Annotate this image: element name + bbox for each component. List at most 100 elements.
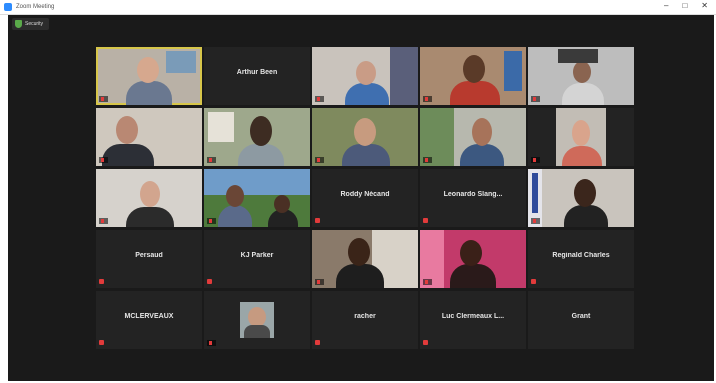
meeting-top-bar: Security bbox=[8, 15, 714, 33]
participant-video bbox=[342, 144, 390, 166]
window-title: Zoom Meeting bbox=[16, 4, 55, 10]
participant-face bbox=[226, 185, 244, 207]
muted-mic-icon bbox=[533, 218, 536, 223]
minimize-icon[interactable]: – bbox=[664, 1, 668, 10]
muted-mic-icon bbox=[423, 340, 428, 345]
security-button[interactable]: Security bbox=[12, 18, 50, 30]
close-icon[interactable]: ✕ bbox=[701, 1, 708, 10]
participant-name-label bbox=[531, 96, 540, 102]
participant-name-label bbox=[423, 157, 432, 163]
participant-name-label bbox=[531, 218, 540, 224]
room-background bbox=[208, 112, 234, 142]
participant-tile[interactable]: Grant bbox=[528, 291, 634, 349]
participant-tile[interactable] bbox=[96, 108, 202, 166]
participant-name-label bbox=[207, 218, 216, 224]
participant-tile[interactable] bbox=[204, 291, 310, 349]
zoom-app-icon bbox=[4, 3, 12, 11]
participant-tile[interactable]: Roddy Nécand bbox=[312, 169, 418, 227]
participant-video bbox=[450, 264, 496, 288]
participant-tile[interactable] bbox=[528, 47, 634, 105]
participant-name: racher bbox=[354, 313, 376, 320]
participant-tile[interactable]: Arthur Been bbox=[204, 47, 310, 105]
maximize-icon[interactable]: □ bbox=[682, 1, 687, 10]
participant-tile[interactable]: Leonardo Slang... bbox=[420, 169, 526, 227]
participant-face bbox=[248, 307, 266, 327]
participant-face bbox=[354, 118, 376, 146]
participant-name: Persaud bbox=[135, 252, 163, 259]
muted-mic-icon bbox=[317, 96, 320, 101]
participant-tile[interactable]: MCLERVEAUX bbox=[96, 291, 202, 349]
muted-mic-icon bbox=[425, 96, 428, 101]
participant-video bbox=[562, 83, 604, 105]
participant-body bbox=[244, 325, 270, 338]
muted-mic-icon bbox=[425, 157, 428, 162]
participant-video bbox=[126, 207, 174, 227]
flag-background bbox=[504, 51, 522, 91]
muted-mic-icon bbox=[423, 218, 428, 223]
participant-tile[interactable] bbox=[312, 230, 418, 288]
muted-mic-icon bbox=[209, 157, 212, 162]
participant-video bbox=[564, 205, 608, 227]
participant-video bbox=[102, 144, 154, 166]
participant-name-label bbox=[315, 279, 324, 285]
participant-name-label bbox=[99, 96, 108, 102]
participant-tile[interactable]: Reginald Charles bbox=[528, 230, 634, 288]
muted-mic-icon bbox=[207, 279, 212, 284]
participant-video bbox=[336, 264, 384, 288]
participant-tile[interactable] bbox=[420, 230, 526, 288]
participant-face bbox=[472, 118, 492, 146]
participant-tile[interactable]: racher bbox=[312, 291, 418, 349]
participant-tile[interactable]: Persaud bbox=[96, 230, 202, 288]
participant-face bbox=[250, 116, 272, 146]
participant-tile[interactable] bbox=[420, 47, 526, 105]
muted-mic-icon bbox=[531, 279, 536, 284]
title-bar: Zoom Meeting – □ ✕ bbox=[0, 0, 716, 15]
shield-icon bbox=[15, 20, 22, 28]
participant-tile[interactable] bbox=[204, 169, 310, 227]
participant-name: Leonardo Slang... bbox=[443, 191, 503, 198]
muted-mic-icon bbox=[317, 157, 320, 162]
participant-name-label bbox=[207, 340, 216, 346]
participant-face bbox=[460, 240, 482, 266]
participant-name: KJ Parker bbox=[240, 252, 274, 259]
security-label: Security bbox=[25, 21, 44, 27]
participant-face bbox=[574, 179, 596, 207]
muted-mic-icon bbox=[315, 218, 320, 223]
zoom-window: Zoom Meeting – □ ✕ Security Arthur Been bbox=[0, 0, 716, 383]
participant-face bbox=[356, 61, 376, 85]
participant-video bbox=[238, 144, 284, 166]
participant-tile[interactable] bbox=[96, 47, 202, 105]
door-background bbox=[390, 47, 418, 105]
participant-face bbox=[137, 57, 159, 83]
participant-tile[interactable] bbox=[528, 108, 634, 166]
participant-face bbox=[572, 120, 590, 146]
participant-name-label bbox=[423, 96, 432, 102]
muted-mic-icon bbox=[101, 218, 104, 223]
muted-mic-icon bbox=[533, 157, 536, 162]
participant-video bbox=[460, 144, 504, 166]
muted-mic-icon bbox=[209, 340, 212, 345]
flag-stripe bbox=[532, 173, 538, 213]
participant-name: Arthur Been bbox=[236, 69, 278, 76]
participant-tile[interactable]: Luc Clermeaux L... bbox=[420, 291, 526, 349]
participant-tile[interactable] bbox=[312, 108, 418, 166]
participant-tile[interactable] bbox=[420, 108, 526, 166]
participant-face bbox=[463, 55, 485, 83]
muted-mic-icon bbox=[99, 279, 104, 284]
participant-name: Roddy Nécand bbox=[340, 191, 390, 198]
participant-face bbox=[116, 116, 138, 144]
participant-tile[interactable] bbox=[204, 108, 310, 166]
participant-name-label bbox=[99, 218, 108, 224]
muted-mic-icon bbox=[315, 340, 320, 345]
participant-video bbox=[450, 81, 500, 105]
window-controls: – □ ✕ bbox=[664, 1, 708, 10]
participant-video bbox=[126, 81, 172, 105]
participant-name-label bbox=[99, 157, 108, 163]
muted-mic-icon bbox=[101, 96, 104, 101]
muted-mic-icon bbox=[101, 157, 104, 162]
participant-name-label bbox=[207, 157, 216, 163]
participant-tile[interactable] bbox=[528, 169, 634, 227]
participant-tile[interactable]: KJ Parker bbox=[204, 230, 310, 288]
participant-tile[interactable] bbox=[312, 47, 418, 105]
participant-tile[interactable] bbox=[96, 169, 202, 227]
